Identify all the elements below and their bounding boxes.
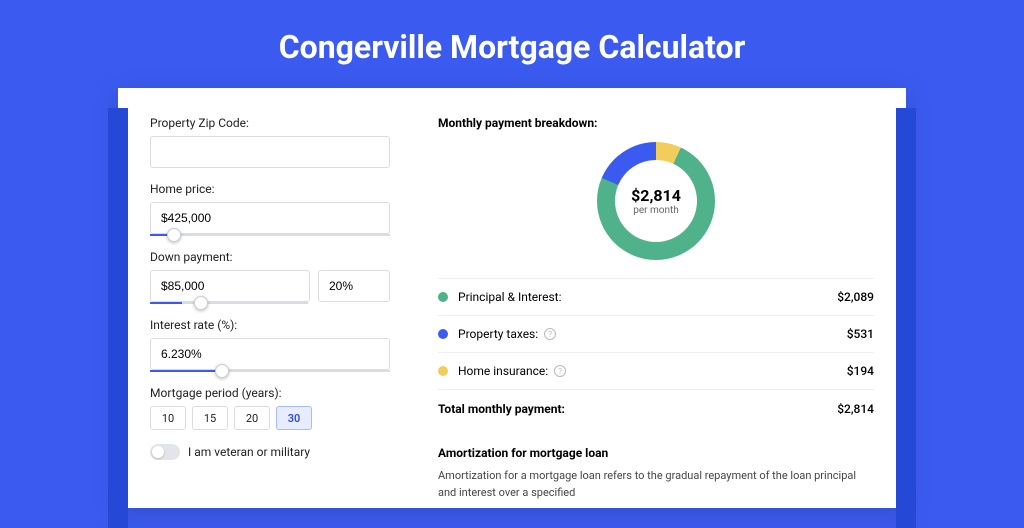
legend-label-text: Home insurance: [458, 364, 548, 378]
period-label: Mortgage period (years): [150, 386, 390, 400]
info-icon[interactable]: ? [554, 365, 566, 377]
breakdown-title: Monthly payment breakdown: [438, 116, 874, 130]
legend-row-insurance: Home insurance:? $194 [438, 353, 874, 390]
interest-slider[interactable] [150, 370, 390, 372]
veteran-label: I am veteran or military [188, 445, 310, 459]
legend-value: $194 [847, 364, 874, 378]
home-price-input[interactable] [150, 202, 390, 234]
legend-row-total: Total monthly payment: $2,814 [438, 390, 874, 428]
down-payment-slider[interactable] [150, 302, 308, 304]
zip-input[interactable] [150, 136, 390, 168]
form-panel: Property Zip Code: Home price: Down paym… [150, 116, 390, 508]
interest-label: Interest rate (%): [150, 318, 390, 332]
interest-input[interactable] [150, 338, 390, 370]
amort-text: Amortization for a mortgage loan refers … [438, 468, 874, 501]
amort-title: Amortization for mortgage loan [438, 446, 874, 460]
legend-value: $531 [847, 327, 874, 341]
legend-label-text: Principal & Interest: [458, 290, 562, 304]
info-icon[interactable]: ? [544, 328, 556, 340]
legend-label-text: Property taxes: [458, 327, 538, 341]
veteran-toggle[interactable] [150, 444, 180, 460]
calculator-card: Property Zip Code: Home price: Down paym… [118, 88, 906, 508]
legend-row-principal: Principal & Interest: $2,089 [438, 279, 874, 316]
page-title: Congerville Mortgage Calculator [0, 0, 1024, 88]
dot-icon [438, 366, 448, 376]
legend-value: $2,089 [837, 290, 874, 304]
down-payment-pct-input[interactable] [318, 270, 390, 302]
period-btn-30[interactable]: 30 [276, 406, 312, 430]
period-btn-20[interactable]: 20 [234, 406, 270, 430]
zip-label: Property Zip Code: [150, 116, 390, 130]
donut-sublabel: per month [633, 205, 679, 216]
down-payment-label: Down payment: [150, 250, 390, 264]
period-btn-10[interactable]: 10 [150, 406, 186, 430]
period-buttons: 10 15 20 30 [150, 406, 390, 430]
donut-chart: $2,814 per month [597, 142, 715, 260]
dot-icon [438, 329, 448, 339]
legend-row-taxes: Property taxes:? $531 [438, 316, 874, 353]
total-value: $2,814 [837, 402, 874, 416]
donut-value: $2,814 [631, 186, 681, 205]
home-price-slider[interactable] [150, 234, 390, 236]
home-price-label: Home price: [150, 182, 390, 196]
total-label: Total monthly payment: [438, 402, 837, 416]
down-payment-input[interactable] [150, 270, 310, 302]
period-btn-15[interactable]: 15 [192, 406, 228, 430]
dot-icon [438, 292, 448, 302]
breakdown-panel: Monthly payment breakdown: $2,814 per mo… [438, 116, 874, 508]
